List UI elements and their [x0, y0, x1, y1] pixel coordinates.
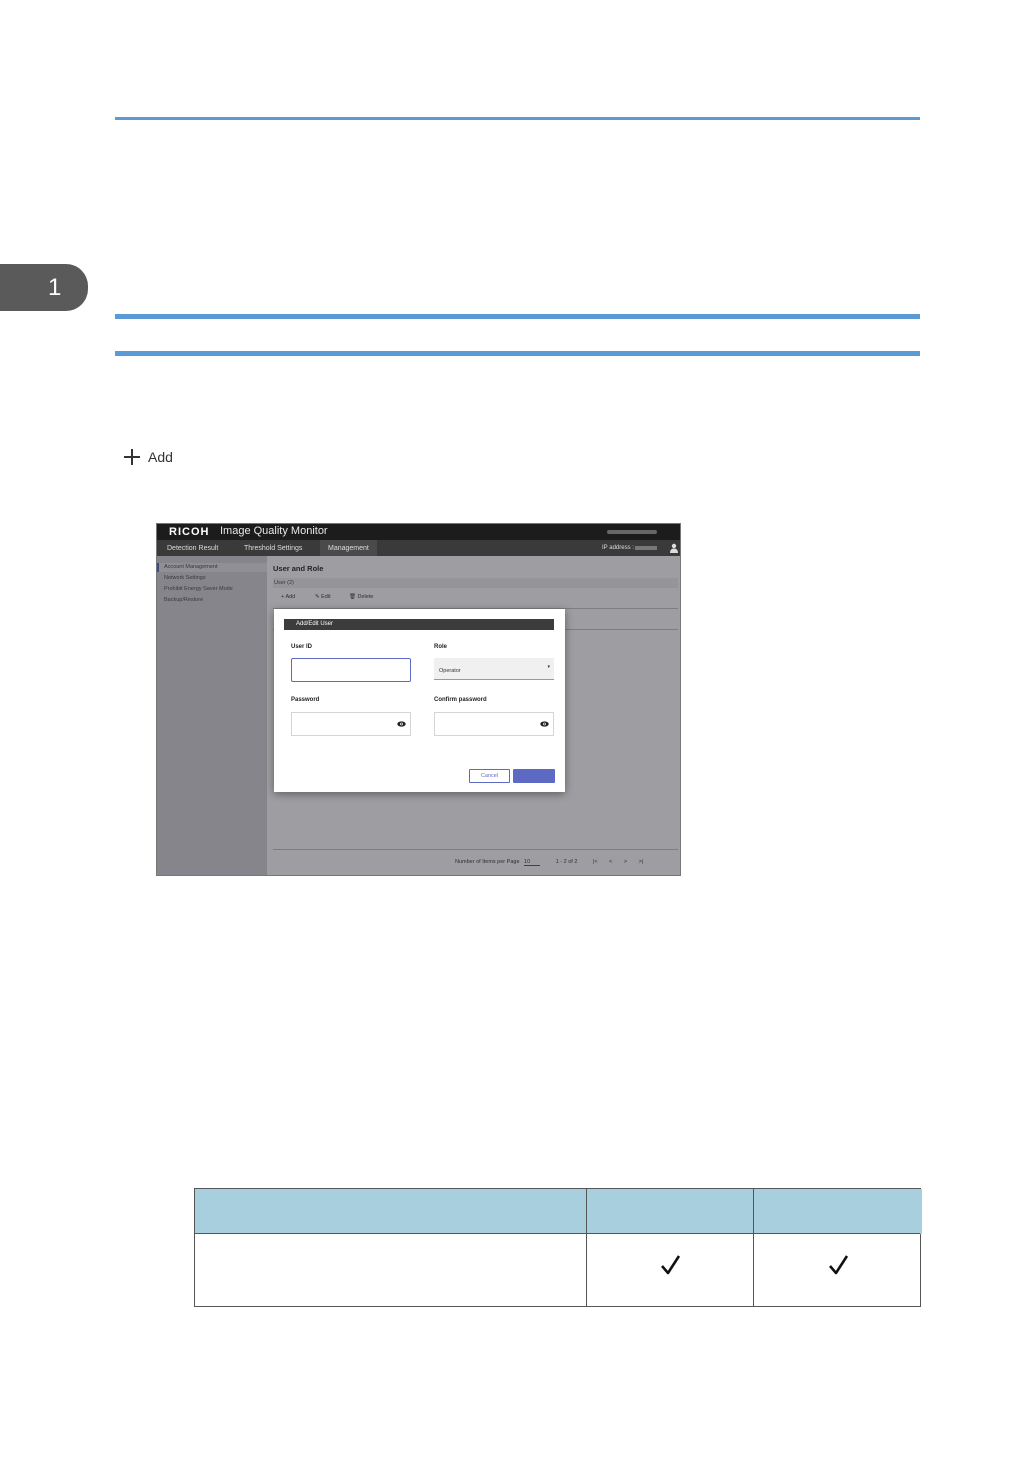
add-label: Add: [148, 449, 173, 465]
brand-logo: RICOH: [169, 526, 210, 538]
ok-button[interactable]: [513, 769, 555, 783]
check-icon: [829, 1255, 849, 1275]
user-icon[interactable]: [669, 543, 679, 553]
app-titlebar: RICOH Image Quality Monitor: [157, 524, 680, 540]
app-title: Image Quality Monitor: [220, 525, 328, 537]
table-column-divider: [753, 1189, 754, 1306]
user-id-label: User ID: [291, 644, 313, 650]
cancel-button[interactable]: Cancel: [469, 769, 510, 783]
dialog-header: Add/Edit User: [284, 619, 554, 630]
chevron-down-icon: ▾: [547, 664, 550, 670]
chapter-number: 1: [48, 274, 62, 301]
eye-icon[interactable]: [540, 721, 549, 727]
confirm-password-label: Confirm password: [434, 697, 487, 703]
section-rule-top: [115, 314, 920, 319]
redacted-user: [607, 530, 657, 534]
app-screenshot: RICOH Image Quality Monitor Detection Re…: [156, 523, 681, 876]
password-input[interactable]: [291, 712, 411, 736]
role-value: Operator: [439, 668, 461, 674]
user-id-input[interactable]: [291, 658, 411, 682]
nav-detection-result[interactable]: Detection Result: [159, 540, 226, 556]
table-header-row: [195, 1189, 922, 1234]
check-icon: [661, 1255, 681, 1275]
add-reference: Add: [124, 447, 173, 467]
plus-icon: [124, 449, 140, 465]
section-rule-bottom: [115, 351, 920, 356]
nav-threshold-settings[interactable]: Threshold Settings: [236, 540, 310, 556]
header-rule: [115, 117, 920, 120]
table-column-divider: [586, 1189, 587, 1306]
confirm-password-input[interactable]: [434, 712, 554, 736]
table-header-divider: [195, 1233, 920, 1234]
nav-management[interactable]: Management: [320, 540, 377, 556]
main-nav: Detection Result Threshold Settings Mana…: [157, 540, 680, 556]
eye-icon[interactable]: [397, 721, 406, 727]
password-label: Password: [291, 697, 320, 703]
dialog-title: Add/Edit User: [296, 621, 334, 627]
redacted-ip: [635, 546, 657, 550]
role-select[interactable]: Operator ▾: [434, 658, 554, 680]
role-label: Role: [434, 644, 448, 650]
permissions-table: [194, 1188, 922, 1307]
add-edit-user-dialog: Add/Edit User User ID Role Operator ▾ Pa…: [274, 609, 565, 792]
ip-address-label: IP address :: [602, 545, 634, 551]
chapter-tab: 1: [0, 264, 88, 311]
